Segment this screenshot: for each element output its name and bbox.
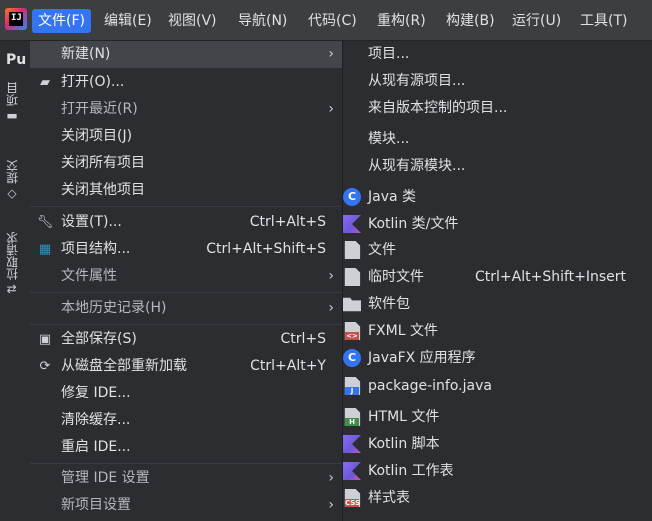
menu-separator: [30, 324, 342, 325]
pull-requests-tab-label: 拉取请求: [5, 232, 20, 280]
scratch-file-icon: [344, 268, 361, 286]
pull-request-icon: ⇅: [5, 284, 19, 295]
menu-item-new[interactable]: 新建(N) ›: [30, 41, 342, 68]
menu-build[interactable]: 构建(B): [440, 9, 501, 33]
menu-item-reload-all-from-disk[interactable]: ⟳ 从磁盘全部重新加载 Ctrl+Alt+Y: [30, 353, 342, 380]
open-folder-icon: ▰: [40, 75, 50, 90]
pull-requests-tool-tab[interactable]: ⇅ 拉取请求: [2, 232, 22, 294]
menu-item-close-project[interactable]: 关闭项目(J): [30, 123, 342, 150]
submenu-item-html-file[interactable]: H HTML 文件: [343, 404, 652, 431]
submenu-item-project[interactable]: 项目...: [343, 41, 652, 68]
submenu-item-file[interactable]: 文件: [343, 237, 652, 264]
submenu-item-package[interactable]: 软件包: [343, 291, 652, 318]
menu-item-close-all-projects[interactable]: 关闭所有项目: [30, 150, 342, 177]
menu-item-file-properties[interactable]: 文件属性 ›: [30, 263, 342, 290]
chevron-right-icon: ›: [328, 497, 334, 513]
menu-item-close-other-projects[interactable]: 关闭其他项目: [30, 177, 342, 204]
menu-item-project-structure[interactable]: ▦ 项目结构... Ctrl+Alt+Shift+S: [30, 236, 342, 263]
menu-item-save-all[interactable]: ▣ 全部保存(S) Ctrl+S: [30, 326, 342, 353]
chevron-right-icon: ›: [328, 101, 334, 117]
file-menu-dropdown: 新建(N) › ▰ 打开(O)... 打开最近(R) › 关闭项目(J) 关闭所…: [30, 41, 343, 521]
menu-item-local-history[interactable]: 本地历史记录(H) ›: [30, 295, 342, 322]
kotlin-worksheet-icon: [343, 462, 361, 480]
submenu-item-scratch-file[interactable]: 临时文件 Ctrl+Alt+Shift+Insert: [343, 264, 652, 291]
commit-tab-label: 提交: [5, 160, 20, 184]
stylesheet-icon: CSS: [344, 489, 361, 507]
submenu-item-kotlin-class-file[interactable]: Kotlin 类/文件: [343, 211, 652, 238]
chevron-right-icon: ›: [328, 268, 334, 284]
menu-file[interactable]: 文件(F): [32, 9, 91, 33]
kotlin-file-icon: [343, 215, 361, 233]
menu-item-repair-ide[interactable]: 修复 IDE...: [30, 380, 342, 407]
intellij-logo-icon[interactable]: IJ: [5, 8, 27, 30]
save-icon: ▣: [38, 332, 52, 347]
submenu-item-fxml-file[interactable]: <> FXML 文件: [343, 318, 652, 345]
menu-separator: [30, 463, 342, 464]
submenu-item-project-from-existing-sources[interactable]: 从现有源项目...: [343, 68, 652, 95]
menu-refactor[interactable]: 重构(R): [371, 9, 432, 33]
shortcut-label: Ctrl+Alt+Shift+S: [206, 241, 326, 257]
java-class-icon: C: [343, 188, 361, 206]
wrench-icon: 🔧︎: [36, 215, 54, 230]
menu-navigate[interactable]: 导航(N): [232, 9, 293, 33]
main-menu-bar: IJ 文件(F) 编辑(E) 视图(V) 导航(N) 代码(C) 重构(R) 构…: [0, 0, 652, 41]
menu-edit[interactable]: 编辑(E): [98, 9, 158, 33]
file-icon: [344, 241, 361, 259]
commit-icon: ◇: [5, 188, 19, 202]
new-submenu: 项目... 从现有源项目... 来自版本控制的项目... 模块... 从现有源模…: [343, 41, 652, 521]
submenu-item-project-from-vcs[interactable]: 来自版本控制的项目...: [343, 95, 652, 122]
submenu-item-kotlin-worksheet[interactable]: Kotlin 工作表: [343, 458, 652, 485]
shortcut-label: Ctrl+Alt+Y: [250, 358, 326, 374]
chevron-right-icon: ›: [328, 300, 334, 316]
submenu-item-package-info[interactable]: J package-info.java: [343, 373, 652, 400]
project-tab-label: 项目: [5, 82, 20, 106]
menu-item-restart-ide[interactable]: 重启 IDE...: [30, 434, 342, 461]
submenu-item-java-class[interactable]: C Java 类: [343, 184, 652, 211]
chevron-right-icon: ›: [328, 46, 334, 62]
submenu-item-stylesheet[interactable]: CSS 样式表: [343, 485, 652, 512]
menu-item-settings[interactable]: 🔧︎ 设置(T)... Ctrl+Alt+S: [30, 209, 342, 236]
package-info-icon: J: [344, 377, 361, 395]
menu-item-invalidate-caches[interactable]: 清除缓存...: [30, 407, 342, 434]
project-tool-tab[interactable]: ▬ 项目: [2, 82, 22, 124]
kotlin-script-icon: [343, 435, 361, 453]
menu-item-open-recent[interactable]: 打开最近(R) ›: [30, 96, 342, 123]
submenu-item-module[interactable]: 模块...: [343, 126, 652, 153]
submenu-item-module-from-existing-sources[interactable]: 从现有源模块...: [343, 153, 652, 180]
menu-code[interactable]: 代码(C): [302, 9, 363, 33]
javafx-app-icon: C: [343, 349, 361, 367]
submenu-item-javafx-application[interactable]: C JavaFX 应用程序: [343, 345, 652, 372]
submenu-item-kotlin-script[interactable]: Kotlin 脚本: [343, 431, 652, 458]
shortcut-label: Ctrl+S: [280, 331, 326, 347]
menu-tools[interactable]: 工具(T): [574, 9, 633, 33]
commit-tool-tab[interactable]: ◇ 提交: [2, 160, 22, 202]
project-abbreviation: Pu: [6, 52, 27, 68]
menu-item-manage-ide-settings[interactable]: 管理 IDE 设置 ›: [30, 465, 342, 492]
menu-item-new-project-settings[interactable]: 新项目设置 ›: [30, 492, 342, 519]
folder-icon: ▬: [5, 110, 19, 124]
shortcut-label: Ctrl+Alt+S: [249, 214, 326, 230]
menu-item-open[interactable]: ▰ 打开(O)...: [30, 69, 342, 96]
shortcut-label: Ctrl+Alt+Shift+Insert: [475, 269, 627, 285]
reload-icon: ⟳: [39, 359, 51, 374]
chevron-right-icon: ›: [328, 470, 334, 486]
project-structure-icon: ▦: [38, 242, 52, 257]
fxml-file-icon: <>: [344, 322, 361, 340]
menu-separator: [30, 206, 342, 207]
menu-run[interactable]: 运行(U): [506, 9, 567, 33]
package-icon: [343, 297, 361, 312]
menu-view[interactable]: 视图(V): [162, 9, 223, 33]
menu-separator: [30, 292, 342, 293]
html-file-icon: H: [344, 408, 361, 426]
